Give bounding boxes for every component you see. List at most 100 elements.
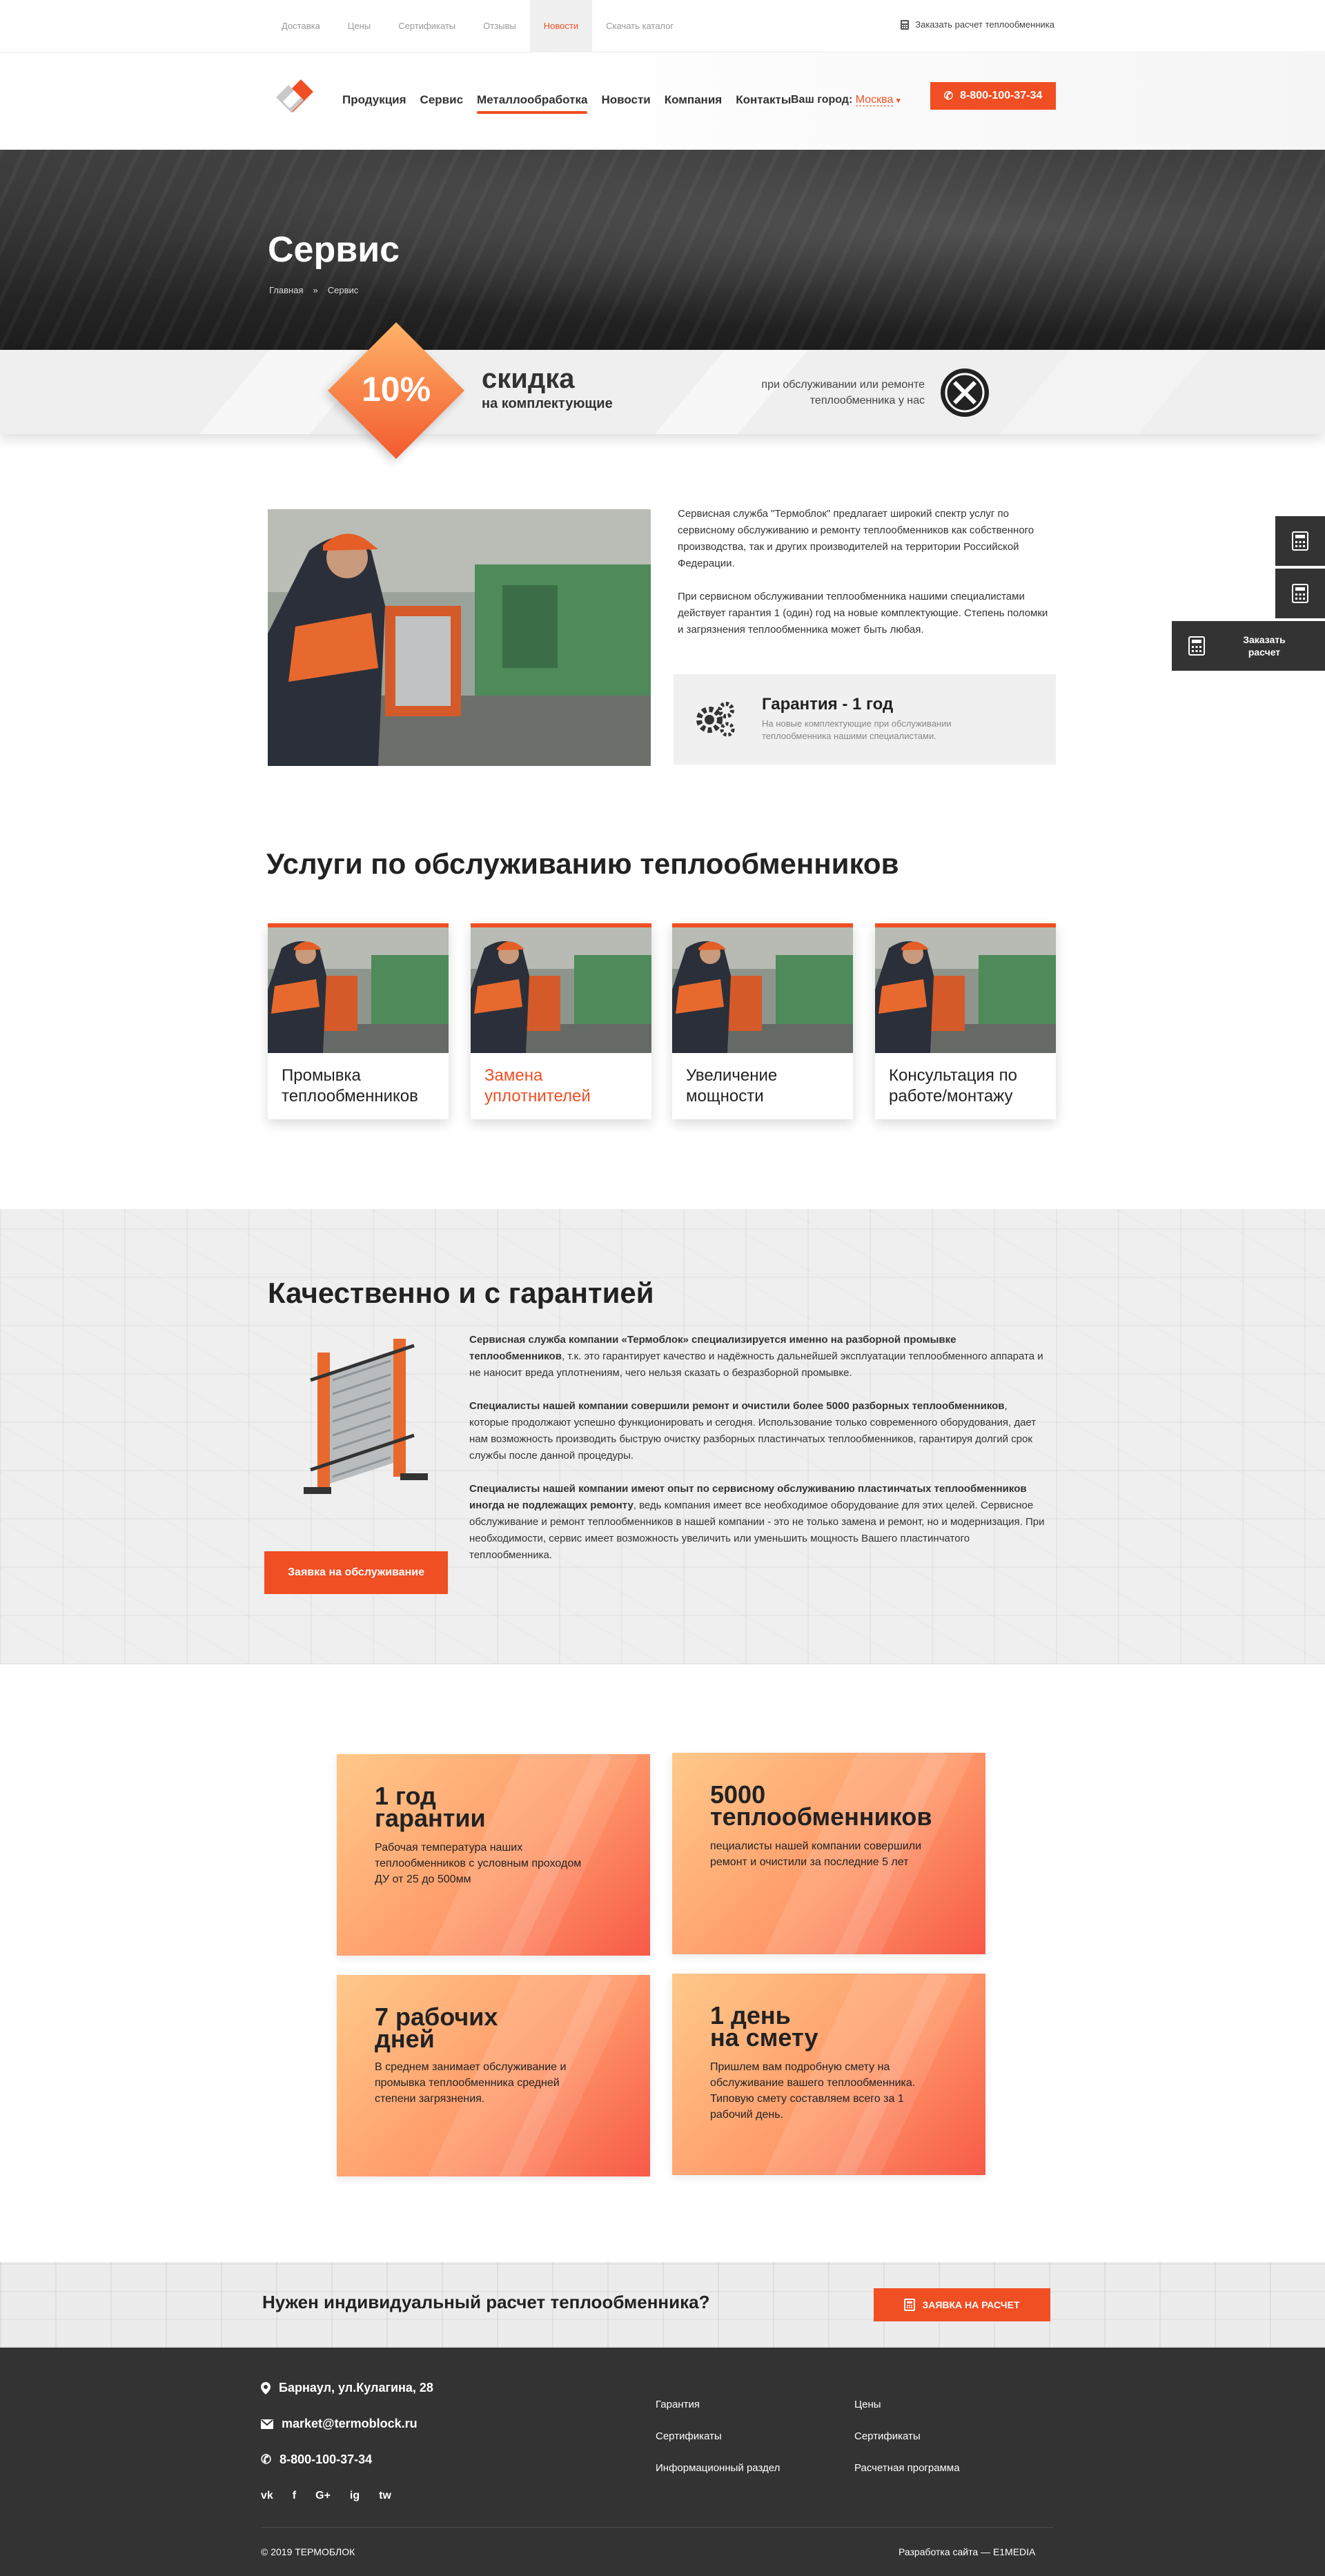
chevron-down-icon: ▾	[896, 97, 901, 105]
calculator-icon	[901, 19, 910, 30]
service-card-seals[interactable]: Замена уплотнителей	[471, 923, 651, 1119]
service-card-photo	[672, 927, 853, 1053]
footer-link[interactable]: Сертификаты	[854, 2430, 921, 2442]
topnav-news[interactable]: Новости	[529, 0, 593, 52]
copyright: © 2019 ТЕРМОБЛОК	[261, 2546, 355, 2557]
stat-title: 1 день на смету	[710, 2001, 818, 2052]
guarantee-title: Гарантия - 1 год	[762, 695, 894, 714]
guarantee-box: Гарантия - 1 год На новые комплектующие …	[674, 674, 1056, 765]
order-calc-label: Заказать расчет теплообменника	[915, 19, 1054, 30]
topnav-delivery[interactable]: Доставка	[268, 0, 334, 52]
nav-service[interactable]: Сервис	[413, 86, 470, 114]
gears-icon	[696, 702, 735, 737]
discount-banner	[0, 350, 1325, 434]
intro-text: Сервисная служба "Термоблок" предлагает …	[678, 506, 1056, 655]
service-card-photo	[875, 927, 1056, 1053]
top-bar: Доставка Цены Сертификаты Отзывы Новости…	[0, 0, 1325, 52]
hero-background	[0, 150, 1325, 350]
nav-company[interactable]: Компания	[658, 86, 729, 114]
topnav-download-catalog[interactable]: Скачать каталог	[592, 0, 687, 52]
footer-link[interactable]: Информационный раздел	[656, 2462, 780, 2474]
footer-link[interactable]: Цены	[854, 2399, 881, 2410]
calculator-icon	[1292, 584, 1308, 603]
cta-title: Нужен индивидуальный расчет теплообменни…	[262, 2292, 710, 2312]
order-calc-link[interactable]: Заказать расчет теплообменника	[900, 19, 1054, 30]
service-worker-photo	[268, 509, 651, 766]
footer-email[interactable]: market@termoblock.ru	[261, 2417, 418, 2431]
footer-address: Барнаул, ул.Кулагина, 28	[261, 2381, 433, 2395]
twitter-icon[interactable]: tw	[379, 2490, 391, 2502]
stat-card-warranty: 1 год гарантии Рабочая температура наших …	[337, 1754, 650, 1956]
nav-contacts[interactable]: Контакты	[729, 86, 798, 114]
footer-link[interactable]: Сертификаты	[656, 2430, 722, 2442]
calculator-icon	[1188, 636, 1205, 656]
page-title: Сервис	[268, 230, 400, 270]
heat-exchanger-image	[304, 1339, 428, 1494]
service-card-label: Замена уплотнителей	[484, 1066, 591, 1105]
instagram-icon[interactable]: ig	[350, 2490, 360, 2502]
quality-title: Качественно и с гарантией	[268, 1277, 654, 1309]
map-pin-icon	[261, 2381, 271, 2395]
phone-icon: ✆	[261, 2452, 272, 2466]
quality-paragraph: Специалисты нашей компании имеют опыт по…	[469, 1483, 1045, 1561]
stat-title: 7 рабочих дней	[375, 2003, 498, 2053]
envelope-icon	[261, 2419, 273, 2429]
services-title: Услуги по обслуживанию теплообменников	[266, 847, 899, 880]
service-card-power[interactable]: Увеличение мощности	[672, 923, 853, 1119]
side-calc-button[interactable]	[1275, 516, 1325, 566]
breadcrumb-separator: »	[313, 285, 318, 295]
main-nav: Продукция Сервис Металлообработка Новост…	[335, 86, 798, 114]
topnav-certificates[interactable]: Сертификаты	[384, 0, 469, 52]
stat-card-exchangers: 5000 теплообменников пециалисты нашей ком…	[672, 1753, 985, 1954]
main-header: Продукция Сервис Металлообработка Новост…	[0, 53, 1325, 150]
calc-request-button[interactable]: ЗАЯВКА НА РАСЧЕТ	[874, 2288, 1050, 2321]
footer-link[interactable]: Гарантия	[656, 2399, 700, 2410]
service-card-photo	[471, 927, 651, 1053]
wrench-screwdriver-icon	[941, 368, 989, 417]
service-card-label: Промывка теплообменников	[282, 1066, 418, 1105]
discount-subtitle: на комплектующие	[482, 396, 613, 411]
service-card-consulting[interactable]: Консультация по работе/монтажу	[875, 923, 1056, 1119]
service-request-button[interactable]: Заявка на обслуживание	[264, 1551, 448, 1594]
social-links: vk f G+ ig tw	[261, 2490, 391, 2502]
google-plus-icon[interactable]: G+	[315, 2490, 331, 2502]
service-card-flushing[interactable]: Промывка теплообменников	[268, 923, 449, 1119]
calculator-icon	[1292, 531, 1308, 551]
side-calc-label: расчет	[1248, 647, 1281, 658]
stat-card-days: 7 рабочих дней В среднем занимает обслужи…	[337, 1975, 650, 2176]
footer-link[interactable]: Расчетная программа	[854, 2462, 960, 2474]
vk-icon[interactable]: vk	[261, 2490, 273, 2502]
stat-text: пециалисты нашей компании совершили ремо…	[710, 1840, 921, 1868]
side-calc-button[interactable]	[1275, 569, 1325, 618]
city-label: Ваш город:	[791, 94, 853, 106]
breadcrumb-current: Сервис	[327, 285, 359, 295]
stat-card-estimate: 1 день на смету Пришлем вам подробную сме…	[672, 1974, 985, 2175]
calc-request-label: ЗАЯВКА НА РАСЧЕТ	[922, 2299, 1020, 2310]
page-hero	[0, 150, 1325, 350]
guarantee-text: На новые комплектующие при обслуживании …	[762, 718, 952, 741]
intro-paragraph: При сервисном обслуживании теплообменник…	[678, 591, 1048, 636]
footer-phone[interactable]: ✆ 8-800-100-37-34	[261, 2452, 372, 2467]
city-selector[interactable]: Ваш город: Москва ▾	[791, 86, 900, 114]
topnav-prices[interactable]: Цены	[334, 0, 384, 52]
breadcrumb-home[interactable]: Главная	[269, 285, 303, 295]
logo[interactable]	[273, 74, 316, 117]
side-order-calc-button[interactable]: Заказать расчет	[1172, 621, 1325, 671]
service-card-label: Увеличение мощности	[686, 1066, 778, 1105]
nav-products[interactable]: Продукция	[335, 86, 413, 114]
city-value[interactable]: Москва	[855, 94, 894, 106]
banner-stripe	[999, 350, 1209, 434]
phone-icon: ✆	[943, 90, 954, 102]
topnav-reviews[interactable]: Отзывы	[469, 0, 530, 52]
intro-paragraph: Сервисная служба "Термоблок" предлагает …	[678, 508, 1034, 569]
footer-divider	[261, 2527, 1053, 2528]
breadcrumb: Главная » Сервис	[269, 285, 358, 295]
facebook-icon[interactable]: f	[293, 2490, 296, 2502]
nav-metalwork[interactable]: Металлообработка	[470, 86, 594, 114]
service-card-photo	[268, 927, 449, 1053]
discount-note: при обслуживании или ремонте теплообменн…	[761, 379, 925, 406]
discount-title: скидка	[482, 364, 575, 394]
phone-button[interactable]: ✆ 8-800-100-37-34	[930, 82, 1056, 110]
nav-news[interactable]: Новости	[594, 86, 657, 114]
developer-credit[interactable]: Разработка сайта — E1MEDIA	[899, 2546, 1035, 2557]
